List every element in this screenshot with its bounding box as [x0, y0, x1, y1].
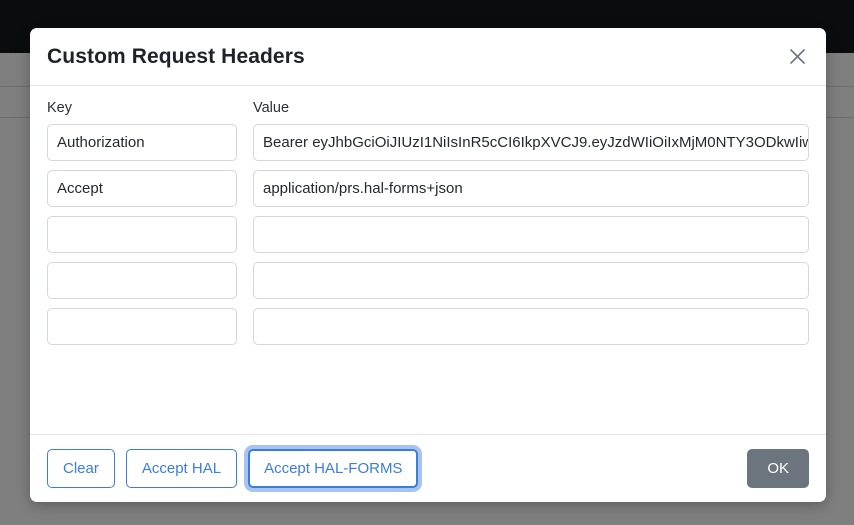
accept-hal-button[interactable]: Accept HAL [125, 449, 238, 488]
custom-request-headers-dialog: Custom Request Headers Key Value Authori… [30, 28, 826, 502]
header-value-input-0[interactable]: Bearer eyJhbGciOiJIUzI1NiIsInR5cCI6IkpXV… [253, 124, 809, 161]
header-key-input-3[interactable] [47, 262, 237, 299]
dialog-footer: Clear Accept HAL Accept HAL-FORMS OK [30, 434, 826, 502]
ok-button[interactable]: OK [747, 449, 809, 488]
header-key-input-0[interactable]: Authorization [47, 124, 237, 161]
header-value-input-2[interactable] [253, 216, 809, 253]
dialog-header: Custom Request Headers [30, 28, 826, 86]
accept-hal-forms-button[interactable]: Accept HAL-FORMS [248, 449, 419, 488]
header-key-input-1[interactable]: Accept [47, 170, 237, 207]
header-value-input-1[interactable]: application/prs.hal-forms+json [253, 170, 809, 207]
key-column-label: Key [47, 100, 72, 116]
header-row [47, 216, 809, 253]
value-column-label: Value [253, 100, 290, 116]
header-key-input-2[interactable] [47, 216, 237, 253]
close-icon[interactable] [782, 42, 812, 72]
header-row: Authorization Bearer eyJhbGciOiJIUzI1NiI… [47, 124, 809, 161]
header-value-input-3[interactable] [253, 262, 809, 299]
clear-button[interactable]: Clear [47, 449, 115, 488]
column-headers: Key Value [47, 100, 809, 116]
close-icon-glyph [789, 48, 805, 65]
dialog-title: Custom Request Headers [47, 44, 305, 68]
header-row: Accept application/prs.hal-forms+json [47, 170, 809, 207]
header-value-input-4[interactable] [253, 308, 809, 345]
header-row [47, 308, 809, 345]
dialog-body: Key Value Authorization Bearer eyJhbGciO… [30, 86, 826, 434]
header-row [47, 262, 809, 299]
header-key-input-4[interactable] [47, 308, 237, 345]
